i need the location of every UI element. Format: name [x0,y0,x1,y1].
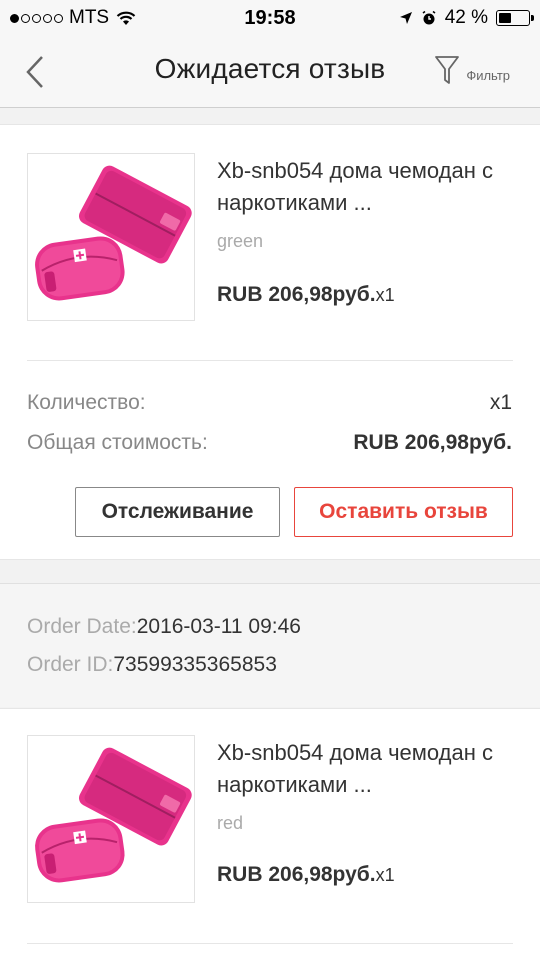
order-info: Order Date:2016-03-11 09:46 Order ID:735… [0,583,540,707]
order-date-row: Order Date:2016-03-11 09:46 [27,615,301,639]
status-bar: MTS 19:58 42 % [0,0,540,36]
product-image[interactable] [27,153,195,321]
product-quantity: x1 [375,285,395,305]
carrier-name: MTS [69,7,110,28]
order-id-value: 73599335365853 [113,653,277,676]
signal-strength-icon [10,13,63,23]
order-date-value: 2016-03-11 09:46 [136,615,301,638]
product-quantity: x1 [375,865,395,885]
order-card: Xb-snb054 дома чемодан с наркотиками ...… [0,124,540,560]
order-id-label: Order ID: [27,653,114,676]
filter-label: Фильтр [466,67,510,83]
total-value: RUB 206,98руб. [353,431,512,454]
product-image[interactable] [27,735,195,903]
divider [27,360,513,361]
price-value: RUB 206,98руб. [217,863,376,886]
pink-travel-pouch-image [35,747,192,883]
location-arrow-icon [399,12,412,24]
filter-button[interactable]: Фильтр [434,54,510,86]
product-color: red [217,813,244,833]
order-id-row: Order ID:73599335365853 [27,653,277,677]
total-label: Общая стоимость: [27,431,208,454]
price-value: RUB 206,98руб. [217,283,376,306]
quantity-row: Количество: x1 [27,391,512,415]
leave-review-button[interactable]: Оставить отзыв [294,487,513,537]
wifi-icon [116,11,136,25]
quantity-label: Количество: [27,391,146,414]
order-card: Xb-snb054 дома чемодан с наркотиками ...… [0,708,540,960]
battery-percent: 42 % [444,7,488,28]
nav-bar: Ожидается отзыв Фильтр [0,36,540,108]
track-button[interactable]: Отслеживание [75,487,280,537]
funnel-icon [435,56,460,84]
quantity-value: x1 [489,391,512,414]
status-right: 42 % [399,7,534,29]
product-price: RUB 206,98руб.x1 [217,863,395,887]
product-price: RUB 206,98руб.x1 [217,283,395,307]
order-date-label: Order Date: [27,615,137,638]
product-color: green [217,231,264,251]
pink-travel-pouch-image [35,165,192,301]
alarm-clock-icon [422,10,436,25]
battery-icon [496,10,534,26]
product-title[interactable]: Xb-snb054 дома чемодан с наркотиками ... [217,155,517,219]
status-left: MTS [10,7,210,29]
product-title[interactable]: Xb-snb054 дома чемодан с наркотиками ... [217,737,517,801]
total-row: Общая стоимость: RUB 206,98руб. [27,431,512,455]
divider [27,943,513,944]
